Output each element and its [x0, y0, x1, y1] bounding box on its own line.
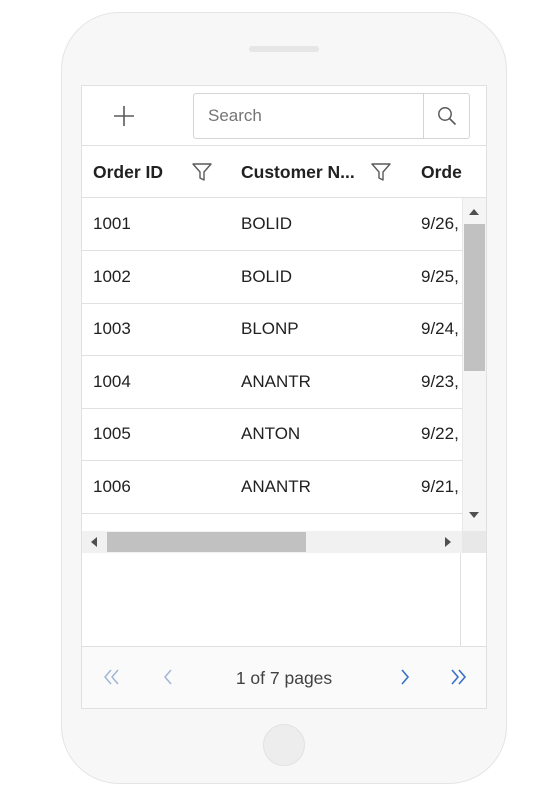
order-date-cell: 9/21,	[421, 477, 459, 496]
customer-cell: ANANTR	[241, 477, 311, 496]
order-date-cell: 9/26,	[421, 214, 459, 233]
grid-container: Order ID Customer N... Orde 1001 BOLID 9…	[81, 85, 487, 709]
order-date-cell: 9/22,	[421, 424, 459, 443]
pager-info: 1 of 7 pages	[235, 668, 333, 688]
column-divider	[460, 553, 461, 646]
phone-home-button	[263, 724, 305, 766]
order-date-cell: 9/23,	[421, 372, 459, 391]
scroll-right-arrow-icon[interactable]	[445, 537, 451, 547]
order-id-cell: 1006	[93, 477, 131, 496]
order-date-cell: 9/24,	[421, 319, 459, 338]
table-row[interactable]: 1002 BOLID 9/25,	[82, 251, 462, 304]
next-page-button[interactable]	[393, 665, 417, 689]
order-id-cell: 1002	[93, 267, 131, 286]
scrollbar-corner	[462, 531, 486, 553]
grid-header: Order ID Customer N... Orde	[82, 146, 486, 198]
pager: 1 of 7 pages	[82, 646, 486, 708]
table-row[interactable]: 1003 BLONP 9/24,	[82, 303, 462, 356]
header-customer-name[interactable]: Customer N...	[241, 146, 355, 197]
customer-cell: ANANTR	[241, 372, 311, 391]
horizontal-scroll-thumb[interactable]	[107, 532, 306, 552]
customer-cell: BOLID	[241, 214, 293, 233]
phone-speaker	[249, 46, 319, 52]
first-page-icon	[104, 669, 119, 685]
scroll-down-arrow-icon[interactable]	[469, 512, 479, 518]
search-input[interactable]	[194, 94, 423, 138]
order-id-cell: 1004	[93, 372, 131, 391]
filter-icon[interactable]	[370, 161, 392, 183]
search-box	[193, 93, 470, 139]
filter-icon[interactable]	[191, 161, 213, 183]
grid-toolbar	[82, 86, 486, 146]
header-order-date[interactable]: Orde	[421, 146, 462, 197]
vertical-scroll-thumb[interactable]	[464, 224, 485, 371]
first-page-button[interactable]	[100, 665, 124, 689]
scroll-left-arrow-icon[interactable]	[91, 537, 97, 547]
order-date-cell: 9/25,	[421, 267, 459, 286]
search-button[interactable]	[423, 94, 469, 138]
table-row[interactable]: 1001 BOLID 9/26,	[82, 198, 462, 251]
table-row[interactable]: 1006 ANANTR 9/21,	[82, 461, 462, 514]
table-row[interactable]: 1005 ANTON 9/22,	[82, 408, 462, 461]
order-id-cell: 1005	[93, 424, 131, 443]
previous-page-button[interactable]	[156, 665, 180, 689]
previous-page-icon	[164, 669, 172, 685]
vertical-scrollbar[interactable]	[462, 198, 486, 531]
add-button[interactable]	[112, 104, 136, 128]
last-page-icon	[451, 669, 467, 685]
search-icon	[437, 107, 456, 126]
table-row[interactable]: 1004 ANANTR 9/23,	[82, 356, 462, 409]
scroll-up-arrow-icon[interactable]	[469, 209, 479, 215]
order-id-cell: 1001	[93, 214, 131, 233]
next-page-icon	[401, 669, 410, 685]
customer-cell: ANTON	[241, 424, 301, 443]
customer-cell: BLONP	[241, 319, 299, 338]
customer-cell: BOLID	[241, 267, 293, 286]
header-order-id[interactable]: Order ID	[93, 146, 163, 197]
horizontal-scrollbar[interactable]	[82, 531, 462, 553]
plus-icon	[114, 106, 134, 126]
order-id-cell: 1003	[93, 319, 131, 338]
last-page-button[interactable]	[446, 665, 470, 689]
grid-body: 1001 BOLID 9/26, 1002 BOLID 9/25, 1003 B…	[82, 198, 462, 514]
